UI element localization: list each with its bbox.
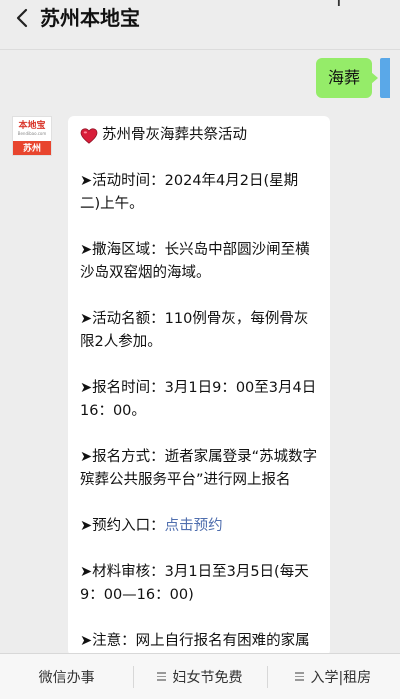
menu-icon [157,672,167,681]
plus-icon[interactable]: + [330,0,348,11]
menu-item-school-rent[interactable]: 入学|租房 [266,654,400,699]
page-title: 苏州本地宝 [40,6,140,30]
bot-avatar[interactable]: 本地宝 Bendibao.com 苏州 [12,116,52,156]
bot-logo-city: 苏州 [13,141,51,155]
bot-message-bubble: 苏州骨灰海葬共祭活动 ➤活动时间：2024年4月2日(星期二)上午。 ➤撒海区域… [68,116,330,656]
menu-item-label: 微信办事 [38,669,95,686]
top-bar: 苏州本地宝 + [0,0,400,50]
back-icon[interactable] [10,6,34,30]
registration-method: ➤报名方式：逝者家属登录“苏城数字殡葬公共服务平台”进行网上报名 [80,449,318,488]
booking-entry: ➤预约入口：点击预约 [80,515,318,538]
bot-logo: 本地宝 Bendibao.com [13,117,51,141]
sea-area: ➤撒海区域：长兴岛中部圆沙闸至横沙岛双窑烟的海域。 [80,242,310,281]
heading-text: 苏州骨灰海葬共祭活动 [102,127,247,143]
user-message-bubble: 海葬 [315,58,379,98]
booking-prefix: ➤预约入口： [80,518,165,534]
menu-icon [295,672,305,681]
heart-icon [80,127,98,144]
message-heading: 苏州骨灰海葬共祭活动 [80,124,318,147]
booking-link[interactable]: 点击预约 [165,518,223,534]
menu-item-womens-day[interactable]: 妇女节免费 [133,654,266,699]
bot-logo-text: 本地宝 [18,121,46,131]
activity-time: ➤活动时间：2024年4月2日(星期二)上午。 [80,173,299,212]
bottom-menu: 微信办事 妇女节免费 入学|租房 [0,653,400,699]
user-message: 海葬 [315,58,390,98]
material-review: ➤材料审核：3月1日至3月5日(每天9：00—16：00) [80,564,309,603]
bot-logo-url: Bendibao.com [17,131,47,136]
menu-item-label: 入学|租房 [310,669,372,686]
menu-item-label: 妇女节免费 [172,669,243,686]
registration-time: ➤报名时间：3月1日9：00至3月4日16：00。 [80,380,317,419]
quota: ➤活动名额：110例骨灰，每例骨灰限2人参加。 [80,311,309,350]
user-avatar[interactable] [380,58,390,98]
menu-item-wechat-service[interactable]: 微信办事 [0,654,133,699]
